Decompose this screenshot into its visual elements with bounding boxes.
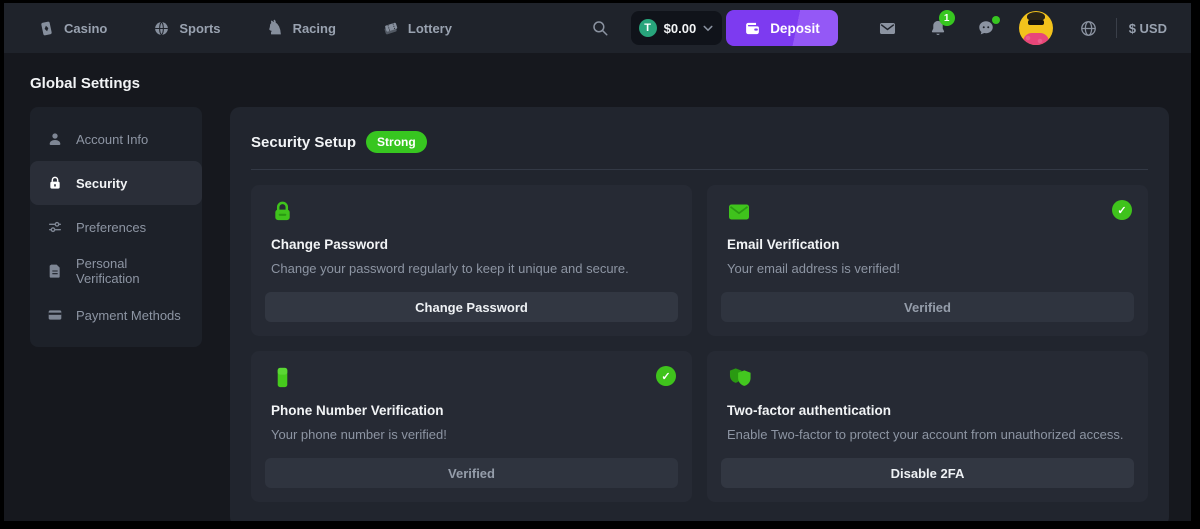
notifications-button[interactable]: 1	[929, 19, 947, 37]
tether-coin-icon: T	[639, 19, 657, 37]
sidebar-item-account-info[interactable]: Account Info	[30, 117, 202, 161]
card-description: Change your password regularly to keep i…	[265, 261, 678, 276]
card-email-verification: ✓ Email Verification Your email address …	[707, 185, 1148, 336]
nav-label: Racing	[293, 21, 336, 36]
chevron-down-icon	[703, 25, 713, 32]
sidebar-item-payment-methods[interactable]: Payment Methods	[30, 293, 202, 337]
sidebar-item-personal-verification[interactable]: Personal Verification	[30, 249, 202, 293]
credit-card-icon	[47, 307, 63, 323]
nav-label: Sports	[179, 21, 220, 36]
change-password-button[interactable]: Change Password	[265, 292, 678, 322]
page-title: Global Settings	[30, 75, 1169, 92]
document-icon	[47, 263, 63, 279]
lock-icon	[47, 175, 63, 191]
sports-icon	[153, 20, 170, 37]
avatar[interactable]	[1019, 11, 1053, 45]
security-cards: Change Password Change your password reg…	[251, 185, 1148, 502]
avatar-sunglasses	[1028, 20, 1044, 25]
panel-title: Security Setup	[251, 134, 356, 151]
card-description: Your email address is verified!	[721, 261, 1134, 276]
nav-racing[interactable]: ♞ Racing	[267, 20, 336, 37]
sidebar-item-label: Account Info	[76, 132, 148, 147]
mail-button[interactable]	[878, 19, 897, 38]
deposit-button[interactable]: Deposit	[726, 10, 838, 46]
main-nav: Casino Sports ♞ Racing Lottery	[38, 20, 452, 37]
racing-icon: ♞	[267, 20, 284, 37]
notification-count-badge: 1	[939, 10, 955, 26]
settings-content: Global Settings Account Info Security	[4, 53, 1191, 521]
nav-label: Lottery	[408, 21, 452, 36]
padlock-green-icon	[271, 200, 294, 223]
card-phone-verification: ✓ Phone Number Verification Your phone n…	[251, 351, 692, 502]
sidebar-item-label: Security	[76, 176, 127, 191]
topbar-divider	[1116, 18, 1117, 38]
verified-check-icon: ✓	[656, 366, 676, 386]
chat-online-dot	[992, 16, 1000, 24]
verified-check-icon: ✓	[1112, 200, 1132, 220]
phone-green-icon	[271, 366, 294, 389]
search-icon	[591, 19, 609, 37]
casino-icon	[38, 20, 55, 37]
security-panel: Security Setup Strong Change Password Ch…	[230, 107, 1169, 521]
wallet-icon	[744, 20, 761, 37]
nav-sports[interactable]: Sports	[153, 20, 220, 37]
settings-sidebar: Account Info Security Preferences	[30, 107, 202, 347]
sliders-icon	[47, 219, 63, 235]
sidebar-item-label: Personal Verification	[76, 256, 185, 286]
nav-lottery[interactable]: Lottery	[382, 20, 452, 37]
lottery-icon	[382, 20, 399, 37]
deposit-label: Deposit	[770, 21, 820, 36]
card-title: Two-factor authentication	[721, 403, 1134, 418]
nav-casino[interactable]: Casino	[38, 20, 107, 37]
card-change-password: Change Password Change your password reg…	[251, 185, 692, 336]
search-button[interactable]	[591, 19, 609, 37]
currency-selector[interactable]: $ USD	[1129, 21, 1167, 36]
strength-badge: Strong	[366, 131, 427, 153]
app-window: Casino Sports ♞ Racing Lottery	[4, 3, 1191, 521]
chat-button[interactable]	[977, 19, 995, 37]
card-description: Your phone number is verified!	[265, 427, 678, 442]
sidebar-item-label: Preferences	[76, 220, 146, 235]
phone-verified-button[interactable]: Verified	[265, 458, 678, 488]
mail-icon	[878, 19, 897, 38]
nav-label: Casino	[64, 21, 107, 36]
card-title: Email Verification	[721, 237, 1134, 252]
card-title: Change Password	[265, 237, 678, 252]
envelope-green-icon	[727, 200, 751, 224]
globe-icon	[1079, 19, 1098, 38]
avatar-body	[1023, 33, 1049, 45]
card-two-factor: Two-factor authentication Enable Two-fac…	[707, 351, 1148, 502]
balance-amount: $0.00	[664, 21, 697, 36]
card-title: Phone Number Verification	[265, 403, 678, 418]
sidebar-item-label: Payment Methods	[76, 308, 181, 323]
language-button[interactable]	[1079, 19, 1098, 38]
panel-header: Security Setup Strong	[251, 131, 1148, 153]
user-icon	[47, 131, 63, 147]
shields-green-icon	[727, 366, 754, 389]
sidebar-item-preferences[interactable]: Preferences	[30, 205, 202, 249]
email-verified-button[interactable]: Verified	[721, 292, 1134, 322]
balance-dropdown[interactable]: T $0.00	[631, 11, 723, 45]
disable-2fa-button[interactable]: Disable 2FA	[721, 458, 1134, 488]
card-description: Enable Two-factor to protect your accoun…	[721, 427, 1134, 442]
topbar: Casino Sports ♞ Racing Lottery	[4, 3, 1191, 53]
topbar-right: T $0.00 Deposit	[591, 10, 1167, 46]
sidebar-item-security[interactable]: Security	[30, 161, 202, 205]
panel-divider	[251, 169, 1148, 170]
